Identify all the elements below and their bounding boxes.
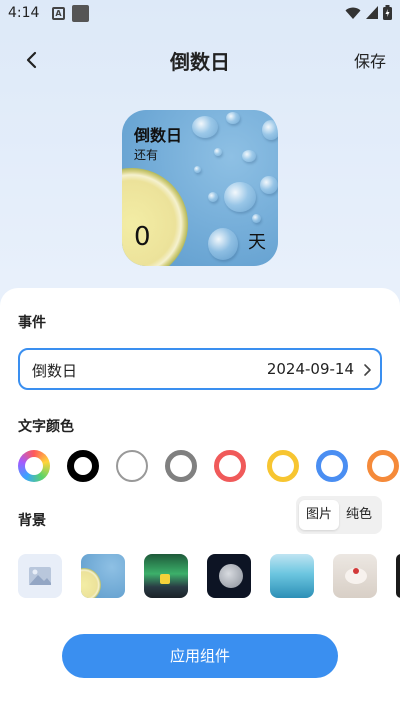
color-swatch-rainbow[interactable] [18, 450, 50, 482]
add-image-button[interactable] [18, 554, 62, 598]
background-type-toggle: 图片 纯色 [296, 496, 382, 534]
event-date: 2024-09-14 [266, 360, 354, 378]
event-label: 事件 [18, 315, 46, 331]
save-button[interactable]: 保存 [354, 48, 386, 72]
chevron-right-icon [364, 364, 371, 376]
battery-icon [383, 5, 392, 20]
widget-preview: 倒数日 还有 0 天 [122, 110, 278, 266]
background-thumb-cake[interactable] [333, 554, 377, 598]
signal-icon [366, 6, 378, 19]
image-placeholder-icon [29, 567, 51, 585]
notification-a-icon: A [52, 7, 65, 20]
color-swatch-blue[interactable] [316, 450, 348, 482]
status-time: 4:14 [8, 5, 40, 21]
background-thumb-moon[interactable] [207, 554, 251, 598]
event-name: 倒数日 [32, 362, 78, 380]
color-swatch-gray[interactable] [165, 450, 197, 482]
text-color-label: 文字颜色 [18, 419, 74, 435]
text-color-swatches [18, 450, 400, 484]
color-swatch-white[interactable] [116, 450, 148, 482]
widget-subtitle: 还有 [134, 148, 159, 162]
status-bar: 4:14 A [0, 0, 400, 28]
lemon-slice-image [122, 168, 188, 266]
background-thumb-dark[interactable] [396, 554, 400, 598]
toggle-image[interactable]: 图片 [299, 500, 339, 530]
widget-day-unit: 天 [248, 232, 266, 253]
notification-square-icon [72, 5, 89, 22]
apply-widget-button[interactable]: 应用组件 [62, 634, 338, 678]
color-swatch-yellow[interactable] [267, 450, 299, 482]
background-thumb-ocean[interactable] [270, 554, 314, 598]
wifi-icon [345, 7, 361, 19]
back-button[interactable] [18, 46, 46, 74]
toggle-solid-color[interactable]: 纯色 [339, 500, 379, 530]
background-thumb-aurora[interactable] [144, 554, 188, 598]
widget-day-count: 0 [134, 222, 151, 252]
settings-sheet: 事件 倒数日 2024-09-14 文字颜色 背景 图片 纯色 应用组件 [0, 288, 400, 711]
app-header: 倒数日 保存 [0, 40, 400, 80]
event-selector[interactable]: 倒数日 2024-09-14 [18, 348, 382, 390]
background-thumb-lemon[interactable] [81, 554, 125, 598]
color-swatch-black[interactable] [67, 450, 99, 482]
widget-title: 倒数日 [134, 126, 183, 145]
color-swatch-orange[interactable] [367, 450, 399, 482]
chevron-left-icon [26, 51, 37, 69]
color-swatch-red[interactable] [214, 450, 246, 482]
background-thumbnails [18, 554, 400, 598]
page-title: 倒数日 [170, 50, 230, 74]
background-label: 背景 [18, 513, 46, 529]
